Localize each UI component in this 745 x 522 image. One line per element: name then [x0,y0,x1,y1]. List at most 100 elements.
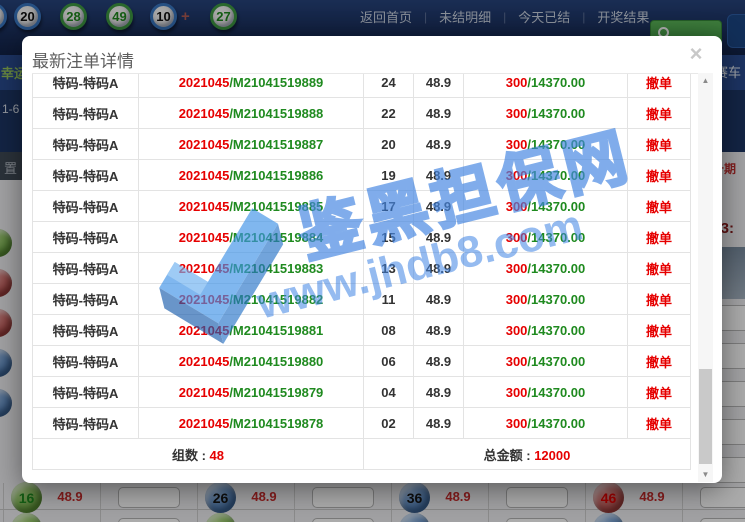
scrollbar: ▲ ▼ [698,73,713,482]
cancel-bet-link[interactable]: 撤单 [646,386,672,401]
cell-odds: 48.9 [414,98,464,129]
table-row: 特码-特码A2021045/M210415198810848.9300/1437… [33,315,691,346]
cell-number: 17 [364,191,414,222]
bet-table: 特码-特码A2021045/M210415198892448.9300/1437… [32,73,691,470]
scrollbar-thumb[interactable] [699,369,712,464]
cell-odds: 48.9 [414,408,464,439]
cell-odds: 48.9 [414,191,464,222]
table-row: 特码-特码A2021045/M210415198851748.9300/1437… [33,191,691,222]
cell-number: 11 [364,284,414,315]
cell-action: 撤单 [628,253,691,284]
table-footer-row: 组数 : 48 总金额 : 12000 [33,439,691,470]
cell-action: 撤单 [628,222,691,253]
table-row: 特码-特码A2021045/M210415198821148.9300/1437… [33,284,691,315]
cell-odds: 48.9 [414,222,464,253]
cancel-bet-link[interactable]: 撤单 [646,169,672,184]
close-icon[interactable]: × [682,40,710,68]
cell-action: 撤单 [628,129,691,160]
cell-order-no: 2021045/M21041519878 [139,408,364,439]
total-cell: 总金额 : 12000 [364,439,691,470]
cell-odds: 48.9 [414,73,464,98]
cell-amount: 300/14370.00 [464,160,628,191]
cell-amount: 300/14370.00 [464,346,628,377]
cancel-bet-link[interactable]: 撤单 [646,293,672,308]
cell-odds: 48.9 [414,253,464,284]
cell-number: 04 [364,377,414,408]
cell-bet-type: 特码-特码A [33,129,139,160]
total-label: 总金额 : [484,448,535,463]
cell-number: 15 [364,222,414,253]
cell-action: 撤单 [628,191,691,222]
cell-amount: 300/14370.00 [464,191,628,222]
cell-amount: 300/14370.00 [464,129,628,160]
cell-order-no: 2021045/M21041519887 [139,129,364,160]
cell-odds: 48.9 [414,129,464,160]
cell-action: 撤单 [628,377,691,408]
cell-odds: 48.9 [414,346,464,377]
cell-order-no: 2021045/M21041519883 [139,253,364,284]
cell-amount: 300/14370.00 [464,73,628,98]
cell-number: 13 [364,253,414,284]
cancel-bet-link[interactable]: 撤单 [646,76,672,91]
cell-action: 撤单 [628,98,691,129]
table-row: 特码-特码A2021045/M210415198861948.9300/1437… [33,160,691,191]
cell-action: 撤单 [628,346,691,377]
cell-bet-type: 特码-特码A [33,315,139,346]
cell-bet-type: 特码-特码A [33,191,139,222]
cell-number: 02 [364,408,414,439]
cell-action: 撤单 [628,160,691,191]
scroll-down-arrow[interactable]: ▼ [698,467,713,482]
cell-amount: 300/14370.00 [464,222,628,253]
cell-bet-type: 特码-特码A [33,253,139,284]
groups-cell: 组数 : 48 [33,439,364,470]
bet-table-scroll-area: 特码-特码A2021045/M210415198892448.9300/1437… [32,73,712,470]
total-value: 12000 [534,448,570,463]
cell-order-no: 2021045/M21041519886 [139,160,364,191]
groups-value: 48 [210,448,224,463]
cancel-bet-link[interactable]: 撤单 [646,107,672,122]
cell-amount: 300/14370.00 [464,284,628,315]
cell-order-no: 2021045/M21041519880 [139,346,364,377]
cell-bet-type: 特码-特码A [33,408,139,439]
cell-odds: 48.9 [414,377,464,408]
cell-amount: 300/14370.00 [464,408,628,439]
cell-number: 08 [364,315,414,346]
cell-action: 撤单 [628,408,691,439]
cell-action: 撤单 [628,73,691,98]
table-row: 特码-特码A2021045/M210415198800648.9300/1437… [33,346,691,377]
cell-order-no: 2021045/M21041519888 [139,98,364,129]
cell-bet-type: 特码-特码A [33,73,139,98]
cell-amount: 300/14370.00 [464,253,628,284]
cell-order-no: 2021045/M21041519879 [139,377,364,408]
cancel-bet-link[interactable]: 撤单 [646,138,672,153]
cell-amount: 300/14370.00 [464,377,628,408]
cancel-bet-link[interactable]: 撤单 [646,200,672,215]
cell-number: 22 [364,98,414,129]
bet-details-modal: 最新注单详情 × 特码-特码A2021045/M210415198892448.… [22,36,722,483]
table-row: 特码-特码A2021045/M210415198841548.9300/1437… [33,222,691,253]
cell-bet-type: 特码-特码A [33,98,139,129]
cell-action: 撤单 [628,284,691,315]
scroll-up-arrow[interactable]: ▲ [698,73,713,88]
cell-action: 撤单 [628,315,691,346]
cancel-bet-link[interactable]: 撤单 [646,417,672,432]
cell-bet-type: 特码-特码A [33,222,139,253]
table-row: 特码-特码A2021045/M210415198892448.9300/1437… [33,73,691,98]
cell-bet-type: 特码-特码A [33,346,139,377]
cell-order-no: 2021045/M21041519884 [139,222,364,253]
cancel-bet-link[interactable]: 撤单 [646,324,672,339]
table-row: 特码-特码A2021045/M210415198831348.9300/1437… [33,253,691,284]
table-row: 特码-特码A2021045/M210415198882248.9300/1437… [33,98,691,129]
modal-title: 最新注单详情 [32,47,134,72]
cell-odds: 48.9 [414,315,464,346]
cell-amount: 300/14370.00 [464,98,628,129]
cancel-bet-link[interactable]: 撤单 [646,262,672,277]
cell-order-no: 2021045/M21041519885 [139,191,364,222]
cell-number: 20 [364,129,414,160]
cell-bet-type: 特码-特码A [33,284,139,315]
table-row: 特码-特码A2021045/M210415198872048.9300/1437… [33,129,691,160]
cell-number: 06 [364,346,414,377]
cancel-bet-link[interactable]: 撤单 [646,231,672,246]
cancel-bet-link[interactable]: 撤单 [646,355,672,370]
bet-table-body: 特码-特码A2021045/M210415198892448.9300/1437… [33,73,691,439]
